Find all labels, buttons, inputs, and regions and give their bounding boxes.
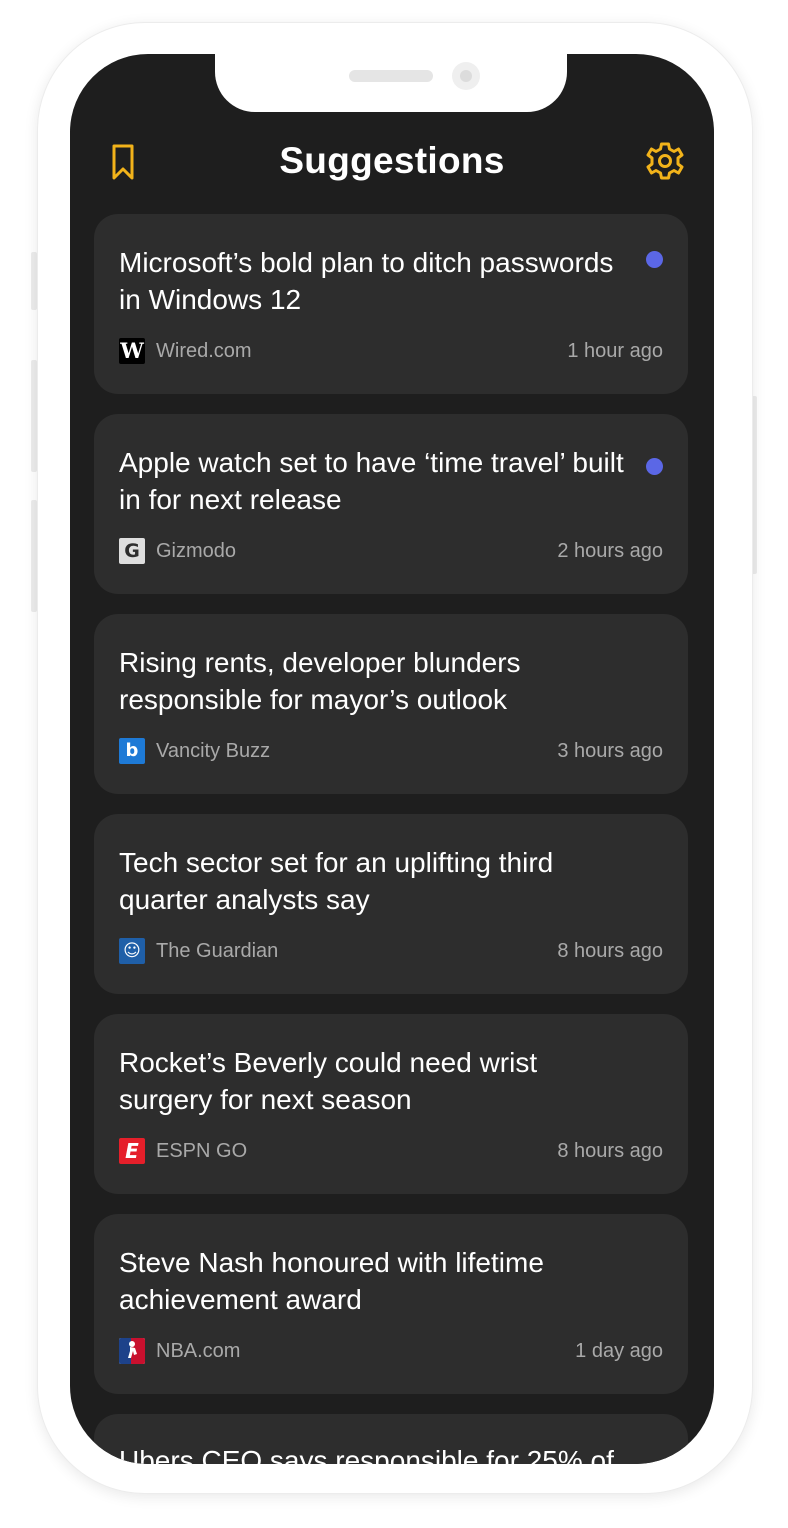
- unread-indicator: [646, 458, 663, 475]
- nba-logo-icon: [119, 1338, 145, 1364]
- article-meta: W Wired.com 1 hour ago: [119, 337, 663, 365]
- speaker-grille: [349, 70, 433, 82]
- article-source: ESPN GO: [156, 1140, 248, 1162]
- article-time: 3 hours ago: [557, 740, 663, 762]
- espn-logo-icon: E: [119, 1138, 145, 1164]
- article-card[interactable]: Tech sector set for an uplifting third q…: [94, 814, 688, 994]
- settings-button[interactable]: [644, 140, 686, 182]
- article-title: Rising rents, developer blunders respons…: [119, 647, 521, 715]
- article-source: Wired.com: [156, 340, 252, 362]
- vancity-buzz-logo-icon: b: [119, 738, 145, 764]
- article-title: Rocket’s Beverly could need wrist surger…: [119, 1047, 538, 1115]
- app-header: Suggestions: [70, 132, 714, 192]
- phone-notch: [215, 54, 567, 112]
- article-card[interactable]: Rising rents, developer blunders respons…: [94, 614, 688, 794]
- article-time: 2 hours ago: [557, 540, 663, 562]
- article-card[interactable]: Microsoft’s bold plan to ditch passwords…: [94, 214, 688, 394]
- app-screen: Suggestions Microsoft’s bold plan to dit…: [70, 54, 714, 1464]
- article-card[interactable]: Apple watch set to have ‘time travel’ bu…: [94, 414, 688, 594]
- article-title-partial: Ubers CEO says responsible for 25% of: [119, 1445, 614, 1464]
- article-meta: b Vancity Buzz 3 hours ago: [119, 737, 663, 765]
- article-card[interactable]: Steve Nash honoured with lifetime achiev…: [94, 1214, 688, 1394]
- article-meta: G Gizmodo 2 hours ago: [119, 537, 663, 565]
- article-source: Vancity Buzz: [156, 740, 271, 762]
- article-meta: ☺ The Guardian 8 hours ago: [119, 937, 663, 965]
- unread-indicator: [646, 251, 663, 268]
- article-title: Steve Nash honoured with lifetime achiev…: [119, 1247, 544, 1315]
- gizmodo-logo-icon: G: [119, 538, 145, 564]
- article-card-partial[interactable]: Ubers CEO says responsible for 25% of: [94, 1414, 688, 1464]
- front-camera: [452, 62, 480, 90]
- article-source: Gizmodo: [156, 540, 237, 562]
- article-meta: NBA.com 1 day ago: [119, 1337, 663, 1365]
- wired-logo-icon: W: [119, 338, 145, 364]
- article-source: The Guardian: [156, 940, 279, 962]
- article-time: 8 hours ago: [557, 1140, 663, 1162]
- article-time: 1 day ago: [575, 1340, 663, 1362]
- guardian-logo-icon: ☺: [119, 938, 145, 964]
- gear-icon: [646, 142, 684, 180]
- article-meta: E ESPN GO 8 hours ago: [119, 1137, 663, 1165]
- article-card[interactable]: Rocket’s Beverly could need wrist surger…: [94, 1014, 688, 1194]
- article-title: Apple watch set to have ‘time travel’ bu…: [119, 447, 624, 515]
- article-time: 1 hour ago: [567, 340, 663, 362]
- article-title: Microsoft’s bold plan to ditch passwords…: [119, 247, 614, 315]
- page-title: Suggestions: [279, 140, 505, 181]
- article-time: 8 hours ago: [557, 940, 663, 962]
- article-title: Tech sector set for an uplifting third q…: [119, 847, 554, 915]
- article-source: NBA.com: [156, 1340, 241, 1362]
